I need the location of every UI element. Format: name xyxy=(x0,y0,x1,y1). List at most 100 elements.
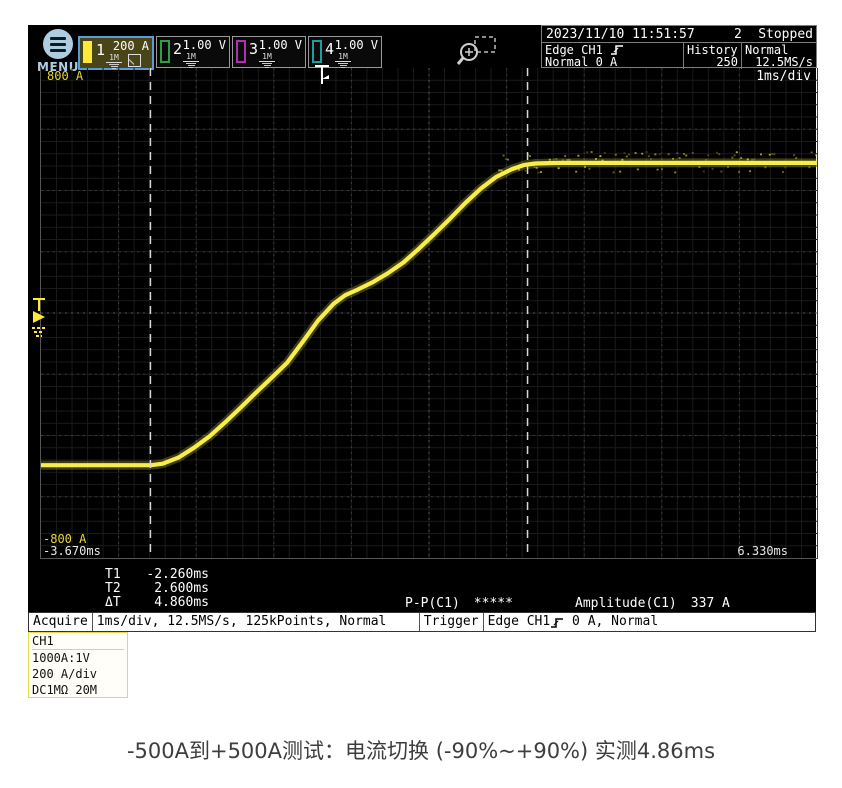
waveform-plot-area[interactable] xyxy=(40,68,818,559)
t1-label: T1 xyxy=(105,568,131,582)
waveform-noise xyxy=(716,152,718,154)
waveform-noise xyxy=(575,171,577,173)
channel-3-badge[interactable]: 3 1.00 V 1M xyxy=(232,36,306,68)
waveform-noise xyxy=(529,155,531,157)
waveform-noise xyxy=(705,159,707,161)
channel-1-number: 1 xyxy=(96,41,105,59)
dt-value: 4.860ms xyxy=(131,596,209,610)
history-panel[interactable]: History 250 xyxy=(684,43,742,69)
waveform-noise xyxy=(588,168,590,170)
channel-2-scale: 1.00 V xyxy=(183,38,226,52)
sequence-number: 2 xyxy=(734,27,742,42)
timebase-label: 1ms/div xyxy=(756,71,811,83)
waveform-noise xyxy=(668,153,670,155)
waveform-noise xyxy=(674,172,676,174)
header-status-panels: 2023/11/10 11:51:57 2 Stopped Edge CH1 N… xyxy=(541,25,817,68)
waveform-noise xyxy=(564,155,566,157)
coupling-1m-icon: 1M xyxy=(183,53,199,68)
t2-value: 2.600ms xyxy=(131,582,209,596)
channel-1-zero-marker[interactable] xyxy=(28,296,50,346)
ch1-vertical-scale: 200 A/div xyxy=(32,667,97,681)
waveform-noise xyxy=(599,155,601,157)
waveform-noise xyxy=(648,155,650,157)
channel-1-color-bar xyxy=(83,41,92,63)
waveform-noise xyxy=(795,157,797,159)
waveform-noise xyxy=(635,152,637,154)
coupling-1m-icon: 1M xyxy=(335,53,351,68)
channel-3-scale: 1.00 V xyxy=(259,38,302,52)
waveform-noise xyxy=(740,157,742,159)
cursor-measurements: T1-2.260ms T22.600ms ΔT4.860ms xyxy=(105,568,209,610)
edge-trigger-icon xyxy=(550,616,564,630)
waveform-noise xyxy=(498,169,500,171)
acquisition-mode-panel[interactable]: Normal 12.5MS/s xyxy=(742,43,816,69)
datetime-label: 2023/11/10 11:51:57 xyxy=(546,27,695,42)
waveform-noise xyxy=(679,157,681,159)
dt-label: ΔT xyxy=(105,596,131,610)
waveform-noise xyxy=(751,159,753,161)
coupling-1m-icon: 1M xyxy=(106,54,122,69)
waveform-noise xyxy=(626,156,628,158)
waveform-noise xyxy=(720,171,722,173)
waveform-noise xyxy=(698,166,700,168)
waveform-noise xyxy=(773,153,775,155)
waveform-noise xyxy=(533,166,535,168)
channel-2-number: 2 xyxy=(173,40,182,58)
waveform-noise xyxy=(738,171,740,173)
waveform-noise xyxy=(736,151,738,153)
waveform-noise xyxy=(613,172,615,174)
hamburger-icon xyxy=(43,29,73,59)
waveform-noise xyxy=(784,167,786,169)
oscilloscope-screen: MENU 1 200 A 1M 2 1.00 V 1M 3 1.00 V 1M … xyxy=(28,25,816,632)
waveform-noise xyxy=(654,154,656,156)
trigger-settings-panel[interactable]: Edge CH1 Normal 0 A xyxy=(542,43,684,69)
waveform-noise xyxy=(793,154,795,156)
waveform-noise xyxy=(815,154,817,156)
waveform-noise xyxy=(760,154,762,156)
waveform-noise xyxy=(536,167,538,169)
waveform-noise xyxy=(769,154,771,156)
waveform-noise xyxy=(650,158,652,160)
waveform-noise xyxy=(615,154,617,156)
waveform-noise xyxy=(637,169,639,171)
waveform-noise xyxy=(747,158,749,160)
waveform-noise xyxy=(672,158,674,160)
waveform-noise xyxy=(782,171,784,173)
channel-2-badge[interactable]: 2 1.00 V 1M xyxy=(156,36,230,68)
waveform-noise xyxy=(602,160,604,162)
waveform-noise xyxy=(707,154,709,156)
run-state-label: Stopped xyxy=(758,27,813,42)
waveform-noise xyxy=(727,166,729,168)
top-amplitude-label: 800 A xyxy=(47,70,83,82)
waveform-noise xyxy=(808,166,810,168)
zoom-tool-icon[interactable] xyxy=(455,35,501,71)
waveform-noise xyxy=(749,170,751,172)
coupling-1m-icon: 1M xyxy=(259,53,275,68)
ch1-settings-popup[interactable]: CH1 1000A:1V 200 A/div DC1MΩ 20M xyxy=(28,632,128,698)
waveform-noise xyxy=(558,167,560,169)
right-time-label: 6.330ms xyxy=(737,545,788,557)
channel-1-badge[interactable]: 1 200 A 1M xyxy=(78,36,154,70)
waveform-noise xyxy=(500,170,502,172)
trigger-position-marker[interactable] xyxy=(312,63,334,91)
waveform-noise xyxy=(525,170,527,172)
channel-3-number: 3 xyxy=(249,40,258,58)
left-time-label: -3.670ms xyxy=(43,545,101,557)
channel-2-color-bar xyxy=(160,40,170,63)
waveform-noise xyxy=(518,169,520,171)
channel-badges: 1 200 A 1M 2 1.00 V 1M 3 1.00 V 1M 4 1.0… xyxy=(78,36,382,70)
waveform-noise xyxy=(555,158,557,160)
channel-4-scale: 1.00 V xyxy=(335,38,378,52)
trigger-label[interactable]: Trigger xyxy=(420,613,484,631)
waveform-noise xyxy=(595,158,597,160)
waveform-noise xyxy=(538,172,540,174)
waveform-noise xyxy=(731,157,733,159)
amplitude-label: Amplitude(C1) xyxy=(575,596,677,611)
trigger-settings: Edge CH1 0 A, Normal xyxy=(484,613,663,631)
waveform-noise xyxy=(566,159,568,161)
amplitude-measurement: Amplitude(C1)337 A xyxy=(575,596,730,611)
waveform-noise xyxy=(734,155,736,157)
waveform-noise xyxy=(718,153,720,155)
pp-value: ***** xyxy=(474,596,513,611)
acquire-label[interactable]: Acquire xyxy=(29,613,93,631)
